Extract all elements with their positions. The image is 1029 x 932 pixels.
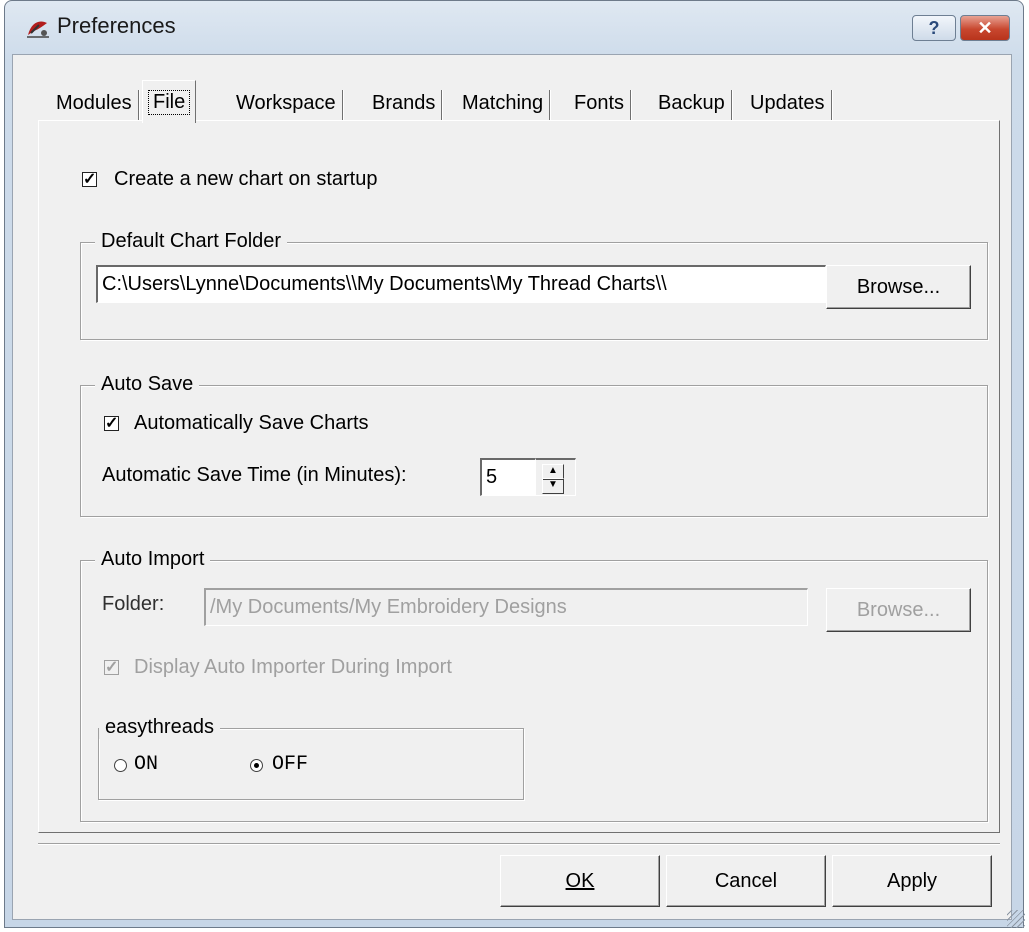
default-folder-browse-button[interactable]: Browse... [826, 265, 971, 309]
tab-updates[interactable]: Updates [744, 86, 831, 120]
stepper-buttons: ▲ ▼ [536, 458, 576, 496]
tab-modules[interactable]: Modules [50, 86, 139, 120]
auto-save-title: Auto Save [95, 373, 200, 396]
auto-save-checkbox[interactable]: ✓ [104, 415, 119, 432]
app-logo-icon [27, 21, 49, 38]
auto-import-folder-input[interactable]: /My Documents/My Embroidery Designs [204, 588, 808, 626]
tab-workspace[interactable]: Workspace [230, 86, 343, 120]
tab-fonts[interactable]: Fonts [568, 86, 632, 120]
footer-separator [38, 843, 1000, 845]
tab-matching-label: Matching [462, 91, 544, 114]
cancel-button-label: Cancel [714, 869, 778, 892]
tab-matching[interactable]: Matching [456, 86, 551, 120]
apply-button-label: Apply [886, 869, 938, 892]
tab-brands-label: Brands [372, 91, 436, 114]
checkmark-icon: ✓ [83, 171, 97, 188]
display-auto-importer-label[interactable]: Display Auto Importer During Import [134, 656, 452, 679]
auto-save-label[interactable]: Automatically Save Charts [134, 412, 369, 435]
title-bar[interactable]: Preferences ? ✕ [5, 1, 1023, 55]
ok-button-label: OK [565, 869, 595, 892]
checkmark-icon: ✓ [105, 415, 119, 432]
window-title: Preferences [57, 13, 176, 38]
easythreads-on-radio[interactable] [114, 759, 127, 772]
auto-import-folder-label: Folder: [102, 593, 165, 615]
auto-save-time-label: Automatic Save Time (in Minutes): [102, 464, 407, 486]
auto-save-time-value[interactable]: 5 [480, 458, 536, 496]
easythreads-title: easythreads [99, 716, 220, 739]
tab-file-label: File [147, 89, 191, 115]
create-new-chart-checkbox[interactable]: ✓ [82, 171, 97, 188]
easythreads-on-label[interactable]: ON [134, 753, 158, 776]
tab-backup[interactable]: Backup [652, 86, 732, 120]
create-new-chart-label[interactable]: Create a new chart on startup [114, 168, 377, 191]
tab-backup-label: Backup [658, 91, 725, 114]
close-button[interactable]: ✕ [960, 15, 1010, 41]
auto-save-time-stepper[interactable]: 5 ▲ ▼ [480, 458, 576, 496]
cancel-button[interactable]: Cancel [666, 855, 826, 907]
display-auto-importer-checkbox[interactable]: ✓ [104, 659, 119, 676]
tab-updates-label: Updates [750, 91, 825, 114]
easythreads-off-label[interactable]: OFF [272, 753, 308, 776]
help-icon: ? [928, 17, 940, 38]
close-icon: ✕ [977, 17, 993, 38]
tab-file[interactable]: File [142, 80, 197, 123]
auto-save-group: Auto Save [80, 373, 988, 517]
apply-button[interactable]: Apply [832, 855, 992, 907]
ok-button[interactable]: OK [500, 855, 660, 907]
auto-import-browse-button[interactable]: Browse... [826, 588, 971, 632]
default-chart-folder-title: Default Chart Folder [95, 230, 288, 253]
stepper-down-icon[interactable]: ▼ [542, 478, 564, 494]
tab-modules-label: Modules [56, 91, 132, 114]
help-button[interactable]: ? [912, 15, 956, 41]
easythreads-off-radio[interactable] [250, 759, 263, 772]
default-chart-folder-input[interactable]: C:\Users\Lynne\Documents\\My Documents\M… [96, 265, 826, 303]
tab-fonts-label: Fonts [574, 91, 625, 114]
auto-import-title: Auto Import [95, 548, 211, 571]
resize-grip-icon[interactable] [1007, 910, 1025, 928]
tab-workspace-label: Workspace [236, 91, 336, 114]
easythreads-group: easythreads [98, 716, 524, 800]
tab-brands[interactable]: Brands [366, 86, 443, 120]
checkmark-icon: ✓ [105, 659, 119, 676]
